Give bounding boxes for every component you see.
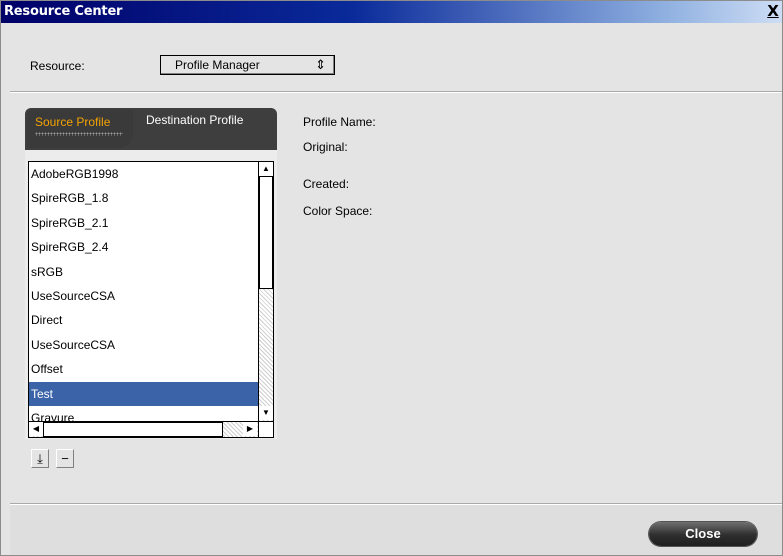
active-tab-indicator <box>35 132 123 136</box>
import-icon: ⤓ <box>37 451 43 466</box>
tab-destination-profile-label: Destination Profile <box>146 113 244 127</box>
scroll-corner <box>258 421 273 437</box>
list-item[interactable]: SpireRGB_1.8 <box>29 186 258 210</box>
tab-source-profile-label: Source Profile <box>35 115 111 129</box>
list-item[interactable]: Gravure <box>29 406 258 422</box>
title-bar[interactable]: Resource Center X <box>1 1 782 23</box>
horizontal-scroll-thumb[interactable] <box>43 422 223 437</box>
add-profile-button[interactable]: ⤓ <box>31 449 49 468</box>
profile-list-items: AdobeRGB1998 SpireRGB_1.8 SpireRGB_2.1 Spir… <box>29 162 258 422</box>
original-label: Original: <box>303 140 348 154</box>
resource-center-window: Resource Center X Resource: Profile Mana… <box>0 0 783 556</box>
resource-label: Resource: <box>30 59 85 73</box>
color-space-label: Color Space: <box>303 204 373 218</box>
list-item[interactable]: SpireRGB_2.1 <box>29 211 258 235</box>
vertical-scroll-thumb[interactable] <box>259 176 273 289</box>
resource-select[interactable]: Profile Manager ⇕ <box>160 55 335 75</box>
close-button[interactable]: Close <box>649 522 757 546</box>
scroll-down-arrow-icon[interactable]: ▼ <box>259 406 273 420</box>
resource-selected-value: Profile Manager <box>175 58 260 72</box>
list-item[interactable]: sRGB <box>29 260 258 284</box>
up-down-arrows-icon: ⇕ <box>315 57 326 72</box>
list-item[interactable]: Test <box>29 381 258 406</box>
scroll-up-arrow-icon[interactable]: ▲ <box>259 162 273 176</box>
list-item[interactable]: Offset <box>29 357 258 381</box>
remove-profile-button[interactable]: − <box>56 449 74 468</box>
created-label: Created: <box>303 177 350 191</box>
profile-tabs: Source Profile Destination Profile <box>25 108 277 150</box>
list-item[interactable]: UseSourceCSA <box>29 284 258 308</box>
vertical-scrollbar[interactable]: ▲ ▼ <box>258 162 273 421</box>
tab-source-profile[interactable]: Source Profile <box>27 110 133 148</box>
minus-icon: − <box>61 451 69 466</box>
scroll-left-arrow-icon[interactable]: ◀ <box>29 422 43 436</box>
list-item[interactable]: UseSourceCSA <box>29 333 258 357</box>
profile-name-label: Profile Name: <box>303 115 376 129</box>
scroll-right-arrow-icon[interactable]: ▶ <box>243 422 257 436</box>
window-title: Resource Center <box>4 4 123 19</box>
list-item[interactable]: AdobeRGB1998 <box>29 162 258 186</box>
list-item[interactable]: Direct <box>29 308 258 332</box>
list-item[interactable]: SpireRGB_2.4 <box>29 235 258 259</box>
profile-list[interactable]: AdobeRGB1998 SpireRGB_1.8 SpireRGB_2.1 Spir… <box>28 161 274 438</box>
tab-destination-profile[interactable]: Destination Profile <box>137 108 275 132</box>
close-icon[interactable]: X <box>766 3 780 19</box>
top-divider <box>10 91 782 93</box>
horizontal-scrollbar[interactable]: ◀ ▶ <box>29 421 258 437</box>
